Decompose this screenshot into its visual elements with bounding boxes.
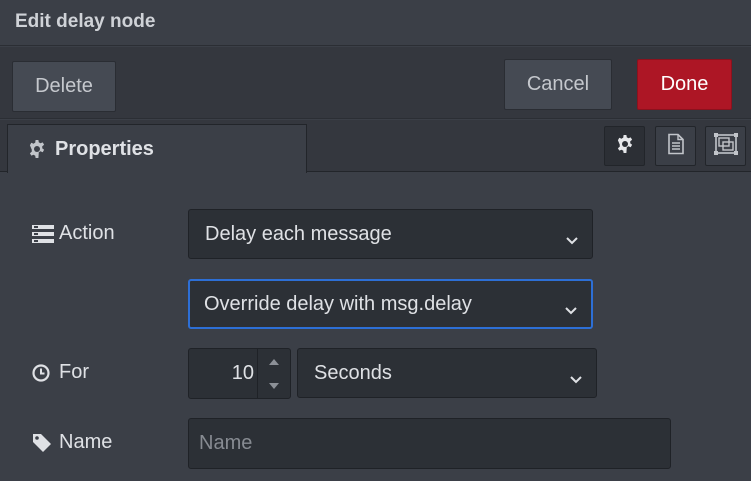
delay-mode-select[interactable]: Override delay with msg.delay xyxy=(188,279,593,329)
name-label-text: Name xyxy=(59,431,113,453)
delay-amount-value: 10 xyxy=(231,362,254,384)
gear-icon xyxy=(615,134,635,159)
tab-settings[interactable] xyxy=(604,126,645,166)
tab-appearance[interactable] xyxy=(705,126,746,166)
caret-up-icon xyxy=(269,352,279,370)
action-label-text: Action xyxy=(59,222,115,244)
dialog-title: Edit delay node xyxy=(15,11,156,32)
tab-properties[interactable]: Properties xyxy=(7,124,307,173)
tag-icon xyxy=(32,433,54,453)
delete-button[interactable]: Delete xyxy=(12,61,116,112)
cancel-button[interactable]: Cancel xyxy=(504,59,612,110)
file-text-icon xyxy=(667,133,685,160)
tab-bar: Properties xyxy=(0,120,751,173)
tab-description[interactable] xyxy=(655,126,696,166)
delay-amount-stepper[interactable]: 10 xyxy=(188,348,291,399)
chevron-down-icon xyxy=(565,299,577,315)
caret-down-icon xyxy=(269,376,279,394)
for-label: For xyxy=(32,361,89,384)
dialog-header: Edit delay node xyxy=(0,0,751,46)
clock-icon xyxy=(32,363,54,383)
gear-icon xyxy=(27,139,47,159)
dialog-toolbar: Delete Cancel Done xyxy=(0,47,751,119)
action-label: Action xyxy=(32,222,115,245)
action-select[interactable]: Delay each message xyxy=(188,209,593,259)
name-input[interactable] xyxy=(188,418,671,469)
chevron-down-icon xyxy=(566,229,578,245)
name-label: Name xyxy=(32,431,112,454)
tab-properties-label: Properties xyxy=(55,137,154,160)
action-select-value: Delay each message xyxy=(205,222,392,245)
for-label-text: For xyxy=(59,361,89,383)
object-group-icon xyxy=(713,132,738,160)
chevron-down-icon xyxy=(570,368,582,384)
stepper-arrows xyxy=(257,349,290,398)
delay-unit-select[interactable]: Seconds xyxy=(297,348,597,398)
delay-mode-select-value: Override delay with msg.delay xyxy=(204,292,472,315)
stepper-up-button[interactable] xyxy=(258,349,290,373)
delay-unit-value: Seconds xyxy=(314,361,392,384)
stepper-down-button[interactable] xyxy=(258,373,290,397)
done-button[interactable]: Done xyxy=(637,59,732,110)
tasks-icon xyxy=(32,224,54,244)
